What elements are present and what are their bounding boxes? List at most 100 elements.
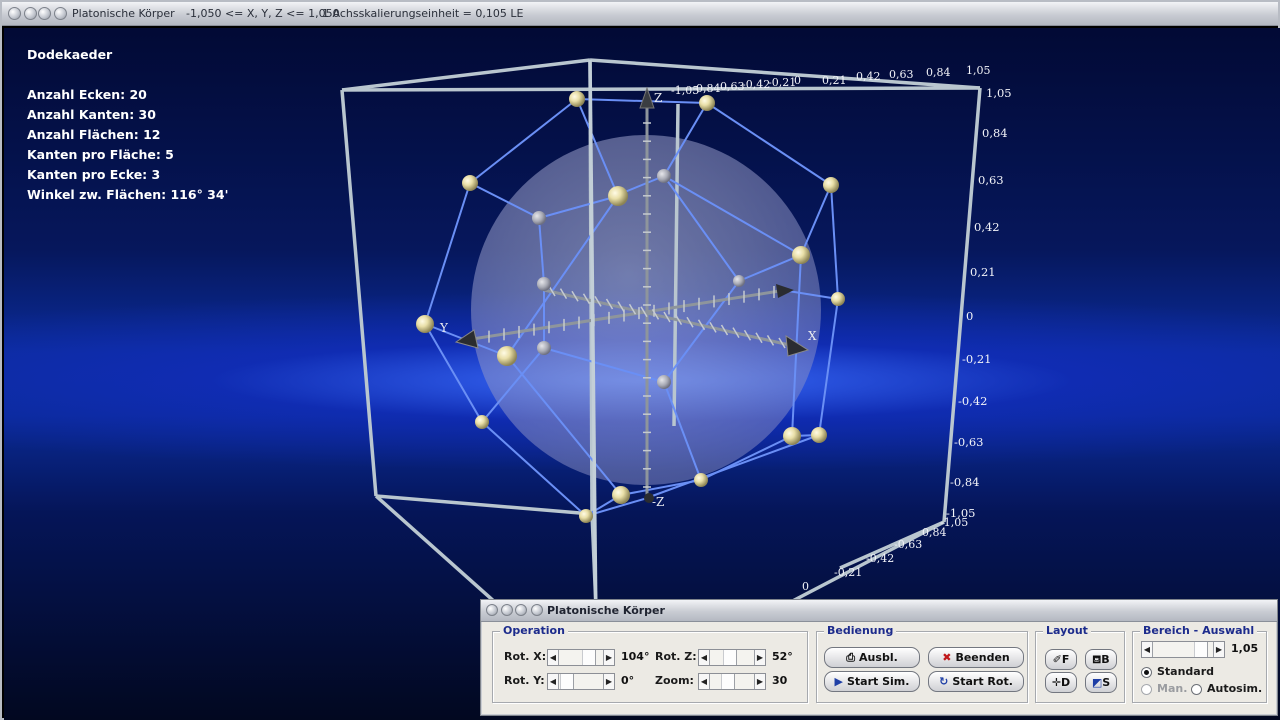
slider-left-arrow-icon[interactable]: ◀: [699, 650, 710, 665]
vertex-sphere: [831, 292, 845, 306]
window-scale-text: 1 Achsskalierungseinheit = 0,105 LE: [322, 7, 524, 20]
vertex-sphere: [694, 473, 708, 487]
window-maximize-icon[interactable]: [38, 7, 51, 20]
vertex-sphere: [579, 509, 593, 523]
rot-y-value: 0°: [621, 674, 635, 687]
panel-close-icon[interactable]: [486, 604, 498, 616]
rot-y-slider[interactable]: ◀ ▶: [547, 673, 615, 690]
bereich-group: Bereich - Auswahl ◀ ▶ 1,05 Standard Man.…: [1132, 624, 1267, 703]
rot-z-label: Rot. Z:: [655, 650, 697, 663]
top-tick-label: -0,21: [768, 76, 796, 89]
rot-z-slider[interactable]: ◀ ▶: [698, 649, 766, 666]
zoom-slider[interactable]: ◀ ▶: [698, 673, 766, 690]
eraser-icon: ◩: [1091, 676, 1103, 689]
right-tick-label: -0,42: [958, 394, 988, 408]
quit-button-label: Beenden: [955, 651, 1010, 664]
manual-radio[interactable]: [1141, 684, 1152, 695]
top-tick-label: 0,84: [926, 66, 951, 79]
slider-left-arrow-icon[interactable]: ◀: [548, 650, 559, 665]
info-edges-per-face: Kanten pro Fläche: 5: [27, 147, 174, 162]
hide-icon: ⎙: [846, 651, 856, 664]
top-tick-label: 0,84: [696, 82, 721, 95]
zoom-label: Zoom:: [655, 674, 694, 687]
manual-radio-label: Man.: [1157, 682, 1188, 695]
rot-z-value: 52°: [772, 650, 793, 663]
vertex-sphere: [657, 169, 671, 183]
info-edges-per-vertex: Kanten pro Ecke: 3: [27, 167, 161, 182]
neg-z-axis-label: -Z: [652, 495, 664, 509]
start-sim-button-label: Start Sim.: [847, 675, 910, 688]
zoom-value: 30: [772, 674, 788, 687]
info-dihedral-angle: Winkel zw. Flächen: 116° 34': [27, 187, 229, 202]
slider-left-arrow-icon[interactable]: ◀: [699, 674, 710, 689]
panel-menu-icon[interactable]: [531, 604, 543, 616]
hide-button[interactable]: ⎙ Ausbl.: [824, 647, 920, 668]
rot-x-value: 104°: [621, 650, 650, 663]
autosim-radio[interactable]: [1191, 684, 1202, 695]
slider-right-arrow-icon[interactable]: ▶: [754, 674, 765, 689]
slider-right-arrow-icon[interactable]: ▶: [603, 674, 614, 689]
layout-d-button[interactable]: ✛D: [1045, 672, 1077, 693]
play-icon: ▶: [834, 675, 843, 688]
solid-name: Dodekaeder: [27, 47, 113, 62]
vertex-sphere: [699, 95, 715, 111]
bottom-tick-label: -0,42: [866, 552, 894, 565]
layout-f-button[interactable]: ✐F: [1045, 649, 1077, 670]
operation-group: Operation Rot. X: ◀ ▶ 104° Rot. Y: ◀ ▶ 0…: [492, 624, 808, 703]
slider-right-arrow-icon[interactable]: ▶: [754, 650, 765, 665]
window-menu-icon[interactable]: [54, 7, 67, 20]
slider-left-arrow-icon[interactable]: ◀: [1142, 642, 1153, 657]
slider-thumb[interactable]: [723, 650, 737, 665]
slider-thumb[interactable]: [721, 674, 735, 689]
right-tick-label: -0,63: [954, 435, 984, 449]
rot-y-label: Rot. Y:: [504, 674, 545, 687]
window-minimize-icon[interactable]: [24, 7, 37, 20]
vertex-sphere: [569, 91, 585, 107]
vertex-sphere: [608, 186, 628, 206]
paint-bucket-icon: ⛾: [1092, 653, 1102, 666]
standard-radio-label: Standard: [1157, 665, 1215, 678]
slider-thumb[interactable]: [1194, 642, 1208, 657]
slider-left-arrow-icon[interactable]: ◀: [548, 674, 559, 689]
slider-right-arrow-icon[interactable]: ▶: [1213, 642, 1224, 657]
panel-title: Platonische Körper: [547, 604, 665, 617]
panel-titlebar[interactable]: Platonische Körper: [481, 600, 1277, 622]
right-scale-labels: 1,05 0,84 0,63 0,42 0,21 0 -0,21 -0,42 -…: [946, 86, 1012, 520]
layout-d-label: D: [1061, 676, 1071, 689]
y-axis-arrowhead: [454, 329, 479, 349]
info-faces: Anzahl Flächen: 12: [27, 127, 161, 142]
slider-thumb[interactable]: [582, 650, 596, 665]
vertex-sphere: [462, 175, 478, 191]
z-axis-label: Z: [654, 91, 662, 105]
layout-group: Layout ✐F ⛾B ✛D ◩S: [1035, 624, 1125, 703]
layout-b-label: B: [1101, 653, 1110, 666]
bottom-tick-label: -1,05: [940, 516, 968, 529]
layout-s-button[interactable]: ◩S: [1085, 672, 1117, 693]
info-edges: Anzahl Kanten: 30: [27, 107, 156, 122]
top-tick-label: 0,21: [822, 74, 847, 87]
layout-s-label: S: [1102, 676, 1111, 689]
layout-f-label: F: [1061, 653, 1070, 666]
panel-minimize-icon[interactable]: [501, 604, 513, 616]
vertex-sphere: [657, 375, 671, 389]
panel-maximize-icon[interactable]: [515, 604, 527, 616]
vertex-sphere: [532, 211, 546, 225]
bedienung-group: Bedienung ⎙ Ausbl. ✖ Beenden ▶ Start Sim. ↻…: [816, 624, 1028, 703]
slider-thumb[interactable]: [560, 674, 574, 689]
slider-right-arrow-icon[interactable]: ▶: [603, 650, 614, 665]
vertex-sphere: [783, 427, 801, 445]
standard-radio[interactable]: [1141, 667, 1152, 678]
window-range-text: -1,050 <= X, Y, Z <= 1,050: [186, 7, 340, 20]
right-tick-label: 0: [966, 309, 973, 323]
vertex-sphere: [823, 177, 839, 193]
rotate-icon: ↻: [939, 675, 949, 688]
layout-b-button[interactable]: ⛾B: [1085, 649, 1117, 670]
top-tick-label: -0,42: [742, 78, 770, 91]
main-titlebar[interactable]: Platonische Körper -1,050 <= X, Y, Z <= …: [2, 2, 1278, 26]
start-sim-button[interactable]: ▶ Start Sim.: [824, 671, 920, 692]
range-slider[interactable]: ◀ ▶: [1141, 641, 1225, 658]
window-close-icon[interactable]: [8, 7, 21, 20]
quit-button[interactable]: ✖ Beenden: [928, 647, 1024, 668]
start-rot-button[interactable]: ↻ Start Rot.: [928, 671, 1024, 692]
rot-x-slider[interactable]: ◀ ▶: [547, 649, 615, 666]
